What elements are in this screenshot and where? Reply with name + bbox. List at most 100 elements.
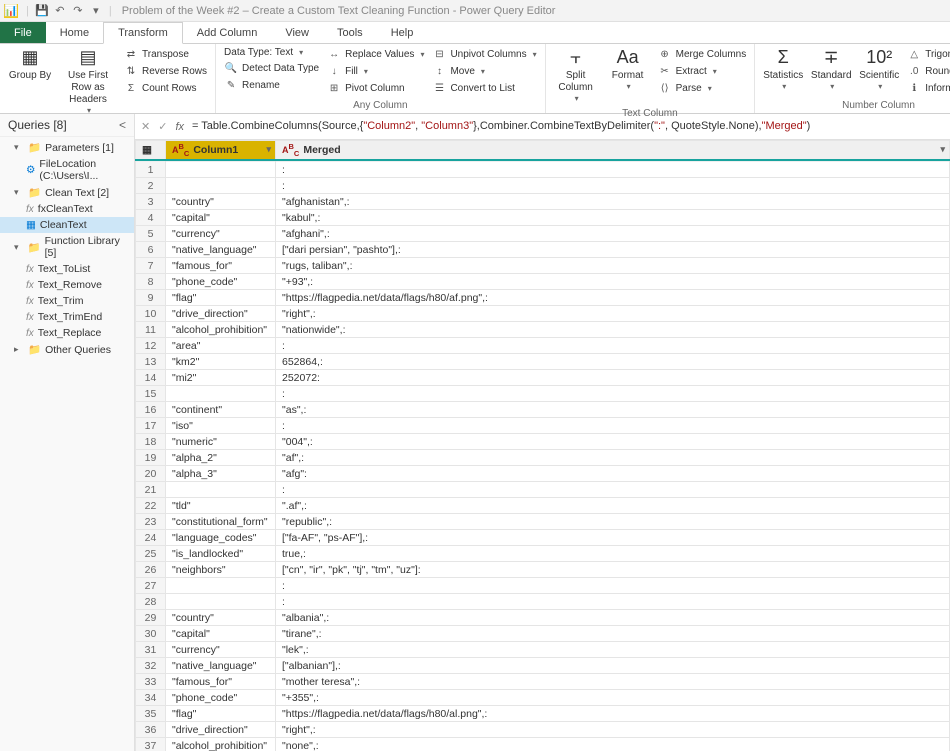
cell-column1[interactable]: "iso" — [166, 418, 276, 434]
table-row[interactable]: 13 "km2" 652864,: — [136, 354, 950, 370]
row-number[interactable]: 21 — [136, 482, 166, 498]
format-button[interactable]: AaFormat▾ — [604, 46, 652, 94]
cell-column1[interactable]: "language_codes" — [166, 530, 276, 546]
table-row[interactable]: 4 "capital" "kabul",: — [136, 210, 950, 226]
table-row[interactable]: 20 "alpha_3" "afg": — [136, 466, 950, 482]
grid-corner[interactable]: ▦ — [136, 141, 166, 160]
row-number[interactable]: 8 — [136, 274, 166, 290]
cell-merged[interactable]: : — [276, 338, 950, 354]
cell-merged[interactable]: : — [276, 162, 950, 178]
pivot-column-button[interactable]: ⊞Pivot Column — [325, 80, 426, 96]
row-number[interactable]: 14 — [136, 370, 166, 386]
row-number[interactable]: 25 — [136, 546, 166, 562]
reverse-rows-button[interactable]: ⇅Reverse Rows — [122, 63, 209, 79]
cell-column1[interactable]: "continent" — [166, 402, 276, 418]
cell-column1[interactable] — [166, 578, 276, 594]
cell-column1[interactable]: "country" — [166, 610, 276, 626]
row-number[interactable]: 7 — [136, 258, 166, 274]
cell-merged[interactable]: : — [276, 482, 950, 498]
table-row[interactable]: 30 "capital" "tirane",: — [136, 626, 950, 642]
cell-column1[interactable]: "phone_code" — [166, 274, 276, 290]
query-item-filelocation-c-users-i-[interactable]: ⚙FileLocation (C:\Users\I... — [0, 156, 134, 184]
table-row[interactable]: 26 "neighbors" ["cn", "ir", "pk", "tj", … — [136, 562, 950, 578]
cell-merged[interactable]: ["albanian"],: — [276, 658, 950, 674]
table-row[interactable]: 3 "country" "afghanistan",: — [136, 194, 950, 210]
cell-merged[interactable]: : — [276, 594, 950, 610]
cell-column1[interactable]: "drive_direction" — [166, 722, 276, 738]
row-number[interactable]: 33 — [136, 674, 166, 690]
row-number[interactable]: 30 — [136, 626, 166, 642]
table-row[interactable]: 31 "currency" "lek",: — [136, 642, 950, 658]
cell-merged[interactable]: "afg": — [276, 466, 950, 482]
table-row[interactable]: 1 : — [136, 162, 950, 178]
table-row[interactable]: 23 "constitutional_form" "republic",: — [136, 514, 950, 530]
row-number[interactable]: 4 — [136, 210, 166, 226]
table-row[interactable]: 29 "country" "albania",: — [136, 610, 950, 626]
query-item-function-library-5-[interactable]: ▾📁Function Library [5] — [0, 233, 134, 261]
table-row[interactable]: 14 "mi2" 252072: — [136, 370, 950, 386]
cell-merged[interactable]: ["dari persian", "pashto"],: — [276, 242, 950, 258]
table-row[interactable]: 8 "phone_code" "+93",: — [136, 274, 950, 290]
cell-column1[interactable]: "km2" — [166, 354, 276, 370]
cell-column1[interactable] — [166, 162, 276, 178]
tab-view[interactable]: View — [271, 22, 323, 43]
row-number[interactable]: 9 — [136, 290, 166, 306]
cell-column1[interactable]: "capital" — [166, 626, 276, 642]
row-number[interactable]: 10 — [136, 306, 166, 322]
cell-column1[interactable]: "alcohol_prohibition" — [166, 322, 276, 338]
table-row[interactable]: 7 "famous_for" "rugs, taliban",: — [136, 258, 950, 274]
table-row[interactable]: 24 "language_codes" ["fa-AF", "ps-AF"],: — [136, 530, 950, 546]
save-button[interactable]: 💾 — [33, 2, 51, 20]
row-number[interactable]: 20 — [136, 466, 166, 482]
cell-column1[interactable] — [166, 594, 276, 610]
cell-merged[interactable]: 252072: — [276, 370, 950, 386]
table-row[interactable]: 22 "tld" ".af",: — [136, 498, 950, 514]
cell-column1[interactable]: "phone_code" — [166, 690, 276, 706]
cell-column1[interactable]: "alpha_2" — [166, 450, 276, 466]
cell-column1[interactable]: "alcohol_prohibition" — [166, 738, 276, 751]
query-item-cleantext[interactable]: ▦CleanText — [0, 217, 134, 233]
merge-columns-button[interactable]: ⊕Merge Columns — [656, 46, 749, 62]
cell-merged[interactable]: "tirane",: — [276, 626, 950, 642]
cell-merged[interactable]: "albania",: — [276, 610, 950, 626]
cell-merged[interactable]: "+355",: — [276, 690, 950, 706]
cell-merged[interactable]: "mother teresa",: — [276, 674, 950, 690]
row-number[interactable]: 13 — [136, 354, 166, 370]
data-grid-scroll[interactable]: ▦ ABCColumn1▾ ABCMerged▾ 1 :2 :3 "countr… — [135, 140, 950, 751]
cell-merged[interactable]: : — [276, 178, 950, 194]
query-item-fxcleantext[interactable]: fxfxCleanText — [0, 201, 134, 217]
cell-column1[interactable]: "constitutional_form" — [166, 514, 276, 530]
row-number[interactable]: 22 — [136, 498, 166, 514]
row-number[interactable]: 18 — [136, 434, 166, 450]
query-item-parameters-1-[interactable]: ▾📁Parameters [1] — [0, 139, 134, 156]
row-number[interactable]: 5 — [136, 226, 166, 242]
table-row[interactable]: 28 : — [136, 594, 950, 610]
column-header-column1[interactable]: ABCColumn1▾ — [166, 141, 276, 160]
extract-button[interactable]: ✂Extract▾ — [656, 63, 749, 79]
cell-merged[interactable]: "+93",: — [276, 274, 950, 290]
cell-merged[interactable]: "republic",: — [276, 514, 950, 530]
row-number[interactable]: 24 — [136, 530, 166, 546]
cell-merged[interactable]: 652864,: — [276, 354, 950, 370]
rename-button[interactable]: ✎Rename — [222, 77, 321, 93]
detect-data-type-button[interactable]: 🔍Detect Data Type — [222, 60, 321, 76]
row-number[interactable]: 11 — [136, 322, 166, 338]
row-number[interactable]: 28 — [136, 594, 166, 610]
count-rows-button[interactable]: ΣCount Rows — [122, 80, 209, 96]
table-row[interactable]: 32 "native_language" ["albanian"],: — [136, 658, 950, 674]
cell-column1[interactable]: "is_landlocked" — [166, 546, 276, 562]
cell-merged[interactable]: "https://flagpedia.net/data/flags/h80/af… — [276, 290, 950, 306]
cell-merged[interactable]: "afghani",: — [276, 226, 950, 242]
row-number[interactable]: 6 — [136, 242, 166, 258]
convert-to-list-button[interactable]: ☰Convert to List — [430, 80, 538, 96]
use-first-row-button[interactable]: ▤Use First Row as Headers▾ — [58, 46, 118, 118]
cell-column1[interactable] — [166, 178, 276, 194]
cell-column1[interactable]: "drive_direction" — [166, 306, 276, 322]
row-number[interactable]: 23 — [136, 514, 166, 530]
row-number[interactable]: 12 — [136, 338, 166, 354]
cell-merged[interactable]: "kabul",: — [276, 210, 950, 226]
query-item-other-queries[interactable]: ▸📁Other Queries — [0, 341, 134, 358]
standard-button[interactable]: ∓Standard▾ — [809, 46, 853, 94]
row-number[interactable]: 16 — [136, 402, 166, 418]
table-row[interactable]: 2 : — [136, 178, 950, 194]
